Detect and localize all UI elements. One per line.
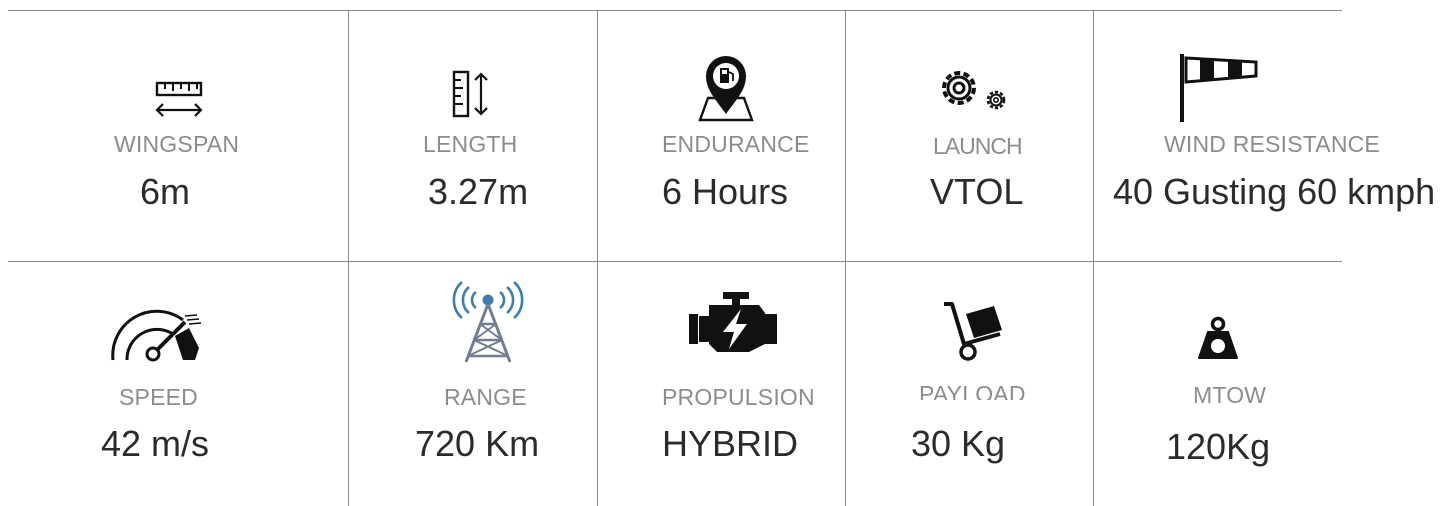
spec-value: 6 Hours — [662, 171, 789, 212]
spec-label: PROPULSION — [662, 384, 815, 410]
gears-icon — [935, 64, 1009, 114]
spec-value: 120Kg — [1166, 426, 1271, 467]
column-divider — [597, 10, 598, 506]
spec-value: HYBRID — [662, 423, 799, 464]
spec-label: MTOW — [1193, 382, 1267, 408]
fuel-map-pin-icon — [696, 52, 756, 122]
weight-icon — [1197, 316, 1239, 360]
spec-label: WINGSPAN — [114, 131, 240, 157]
spec-label: SPEED — [119, 384, 198, 410]
ruler-arrows-icon — [153, 80, 205, 120]
middle-divider — [8, 261, 1342, 262]
spec-value: 3.27m — [428, 171, 529, 212]
spec-value: 6m — [140, 171, 191, 212]
spec-label: LENGTH — [423, 131, 518, 157]
hand-truck-icon — [942, 300, 1006, 362]
vertical-ruler-icon — [451, 70, 491, 118]
spec-label: PAYLOAD — [919, 381, 1026, 400]
spec-value: 40 Gusting 60 kmph — [1113, 171, 1436, 212]
spec-value: 30 Kg — [911, 423, 1006, 464]
column-divider — [845, 10, 846, 506]
spec-label: LAUNCH — [933, 133, 1023, 159]
spec-value: 42 m/s — [101, 423, 210, 464]
spec-label: WIND RESISTANCE — [1164, 131, 1380, 157]
windsock-icon — [1176, 52, 1260, 124]
column-divider — [348, 10, 349, 506]
spec-label: RANGE — [444, 384, 527, 410]
spec-label: ENDURANCE — [662, 131, 810, 157]
radio-tower-icon — [452, 281, 524, 364]
spec-value: VTOL — [930, 171, 1024, 212]
spec-value: 720 Km — [415, 423, 540, 464]
column-divider — [1093, 10, 1094, 506]
engine-icon — [689, 292, 779, 354]
top-divider — [8, 10, 1342, 11]
speedometer-icon — [109, 309, 203, 362]
